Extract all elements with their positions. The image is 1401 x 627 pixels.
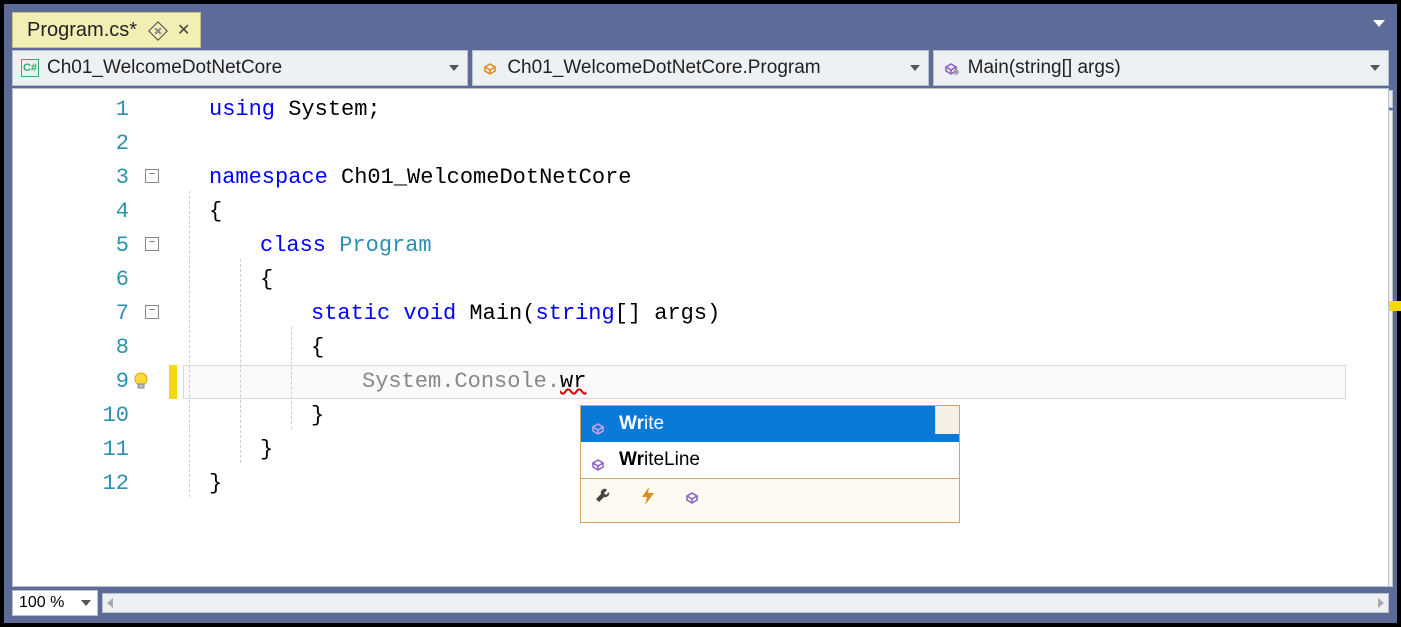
class-dropdown[interactable]: Ch01_WelcomeDotNetCore.Program	[472, 50, 928, 86]
intellisense-item[interactable]: Write	[581, 406, 959, 442]
code-line[interactable]: {	[311, 331, 1356, 365]
line-number: 6	[93, 263, 129, 297]
line-number: 10	[93, 399, 129, 433]
tab-strip: Program.cs* ✕	[12, 8, 1389, 48]
scroll-left-icon[interactable]	[107, 598, 113, 608]
wrench-icon[interactable]	[593, 484, 613, 518]
editor-window: Program.cs* ✕ C# Ch01_WelcomeDotNetCore …	[0, 0, 1401, 627]
csharp-icon: C#	[21, 59, 39, 77]
pin-icon[interactable]	[151, 24, 163, 36]
fold-toggle[interactable]	[145, 237, 159, 251]
chevron-down-icon	[81, 600, 91, 606]
zoom-value: 100 %	[19, 594, 64, 612]
line-number: 1	[93, 93, 129, 127]
code-line[interactable]: static void Main(string[] args)	[311, 297, 1356, 331]
cube-icon[interactable]	[683, 484, 701, 518]
line-number: 4	[93, 195, 129, 229]
code-line[interactable]: using System;	[209, 93, 1356, 127]
method-icon	[589, 451, 607, 469]
code-line[interactable]: class Program	[260, 229, 1356, 263]
line-number: 9	[93, 365, 129, 399]
lightning-icon[interactable]	[639, 484, 657, 518]
code-line[interactable]: {	[209, 195, 1356, 229]
project-name: Ch01_WelcomeDotNetCore	[47, 57, 282, 79]
intellisense-text: Write	[619, 407, 664, 441]
close-icon[interactable]: ✕	[177, 20, 190, 40]
chevron-down-icon	[449, 65, 459, 71]
gutter: 1 2 3 4 5 6 7 8 9 10 11 12	[13, 89, 161, 586]
intellisense-popup: Write WriteLine	[580, 405, 960, 523]
horizontal-scrollbar[interactable]	[102, 593, 1389, 613]
line-number: 8	[93, 331, 129, 365]
project-dropdown[interactable]: C# Ch01_WelcomeDotNetCore	[12, 50, 468, 86]
code-line[interactable]: System.Console.wr	[362, 365, 1356, 399]
method-dropdown[interactable]: Main(string[] args)	[933, 50, 1389, 86]
change-bar	[169, 365, 177, 399]
file-tab[interactable]: Program.cs* ✕	[12, 12, 201, 48]
line-number: 5	[93, 229, 129, 263]
outlining-line	[291, 327, 292, 429]
tab-title: Program.cs*	[27, 19, 137, 42]
line-number: 3	[93, 161, 129, 195]
code-editor[interactable]: 1 2 3 4 5 6 7 8 9 10 11 12 using System;	[12, 88, 1389, 587]
scroll-right-icon[interactable]	[1378, 598, 1384, 608]
line-number: 2	[93, 127, 129, 161]
outlining-line	[189, 191, 190, 497]
intellisense-item[interactable]: WriteLine	[581, 442, 959, 478]
intellisense-scrollbar[interactable]	[935, 406, 959, 434]
navigation-bar: C# Ch01_WelcomeDotNetCore Ch01_WelcomeDo…	[12, 50, 1389, 86]
line-number: 11	[93, 433, 129, 467]
code-line[interactable]: {	[260, 263, 1356, 297]
zoom-dropdown[interactable]: 100 %	[12, 590, 98, 616]
method-icon	[942, 59, 960, 77]
class-name: Ch01_WelcomeDotNetCore.Program	[507, 57, 820, 79]
method-name: Main(string[] args)	[968, 57, 1121, 79]
intellisense-text: WriteLine	[619, 443, 700, 477]
line-number: 12	[93, 467, 129, 501]
window-menu-button[interactable]	[1373, 8, 1389, 30]
method-icon	[589, 415, 607, 433]
class-icon	[481, 59, 499, 77]
fold-toggle[interactable]	[145, 305, 159, 319]
intellisense-toolbar	[581, 478, 959, 522]
fold-toggle[interactable]	[145, 169, 159, 183]
status-bar: 100 %	[12, 589, 1389, 617]
chevron-down-icon	[910, 65, 920, 71]
code-area[interactable]: 1 2 3 4 5 6 7 8 9 10 11 12 using System;	[13, 89, 1356, 586]
outlining-line	[240, 259, 241, 463]
line-number: 7	[93, 297, 129, 331]
chevron-down-icon	[1370, 65, 1380, 71]
code-line[interactable]: namespace Ch01_WelcomeDotNetCore	[209, 161, 1356, 195]
